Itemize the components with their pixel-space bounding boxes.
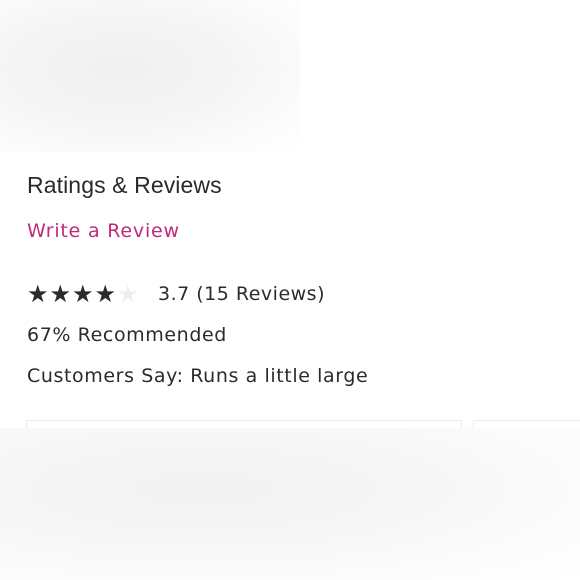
rating-summary-text: 3.7 (15 Reviews) bbox=[158, 283, 325, 305]
fit-summary: Customers Say: Runs a little large bbox=[27, 365, 369, 387]
page: Ratings & Reviews Write a Review ★★★★★ ★… bbox=[0, 0, 580, 580]
star-rating: ★★★★★ ★★★★★ bbox=[27, 282, 152, 306]
product-image-blurred bbox=[0, 0, 300, 152]
star-icons-filled: ★★★★★ bbox=[27, 282, 118, 306]
recommended-percentage: 67% Recommended bbox=[27, 324, 227, 346]
section-heading: Ratings & Reviews bbox=[27, 172, 222, 198]
rating-summary-row: ★★★★★ ★★★★★ 3.7 (15 Reviews) bbox=[27, 281, 325, 307]
blurred-content bbox=[0, 428, 580, 580]
write-review-link[interactable]: Write a Review bbox=[27, 220, 180, 242]
